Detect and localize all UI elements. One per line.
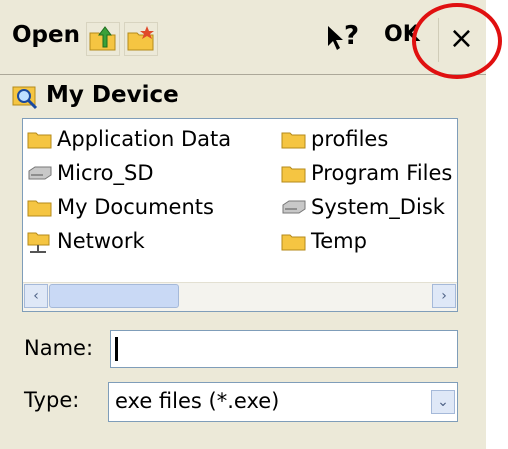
scroll-right-button[interactable]: › (432, 284, 456, 308)
text-caret (115, 337, 118, 361)
help-icon: ? (344, 21, 360, 51)
dialog-title: Open (12, 22, 80, 48)
name-input[interactable] (110, 330, 458, 368)
highlight-circle (412, 3, 502, 79)
new-folder-button[interactable] (124, 22, 158, 56)
type-select[interactable]: exe files (*.exe) ⌄ (108, 382, 458, 422)
folder-icon (27, 200, 52, 217)
name-label: Name: (24, 336, 94, 360)
file-list[interactable]: Application Data Micro_SD My Documents N… (22, 118, 458, 312)
device-icon (12, 86, 38, 110)
up-folder-icon (89, 26, 116, 51)
pointer-arrow-icon (328, 26, 343, 50)
item-label: Program Files (311, 161, 453, 185)
item-label: System_Disk (311, 195, 445, 219)
new-folder-icon (127, 26, 154, 51)
folder-icon (281, 234, 306, 251)
open-dialog: Open ? OK × My Device Application Data M… (0, 0, 486, 449)
drive-icon (28, 166, 52, 180)
up-folder-button[interactable] (86, 22, 120, 56)
type-select-value: exe files (*.exe) (115, 389, 280, 413)
type-label: Type: (24, 388, 80, 412)
item-label: Network (57, 229, 145, 253)
item-label: Application Data (57, 127, 232, 151)
location-label: My Device (46, 82, 179, 108)
dropdown-arrow-icon[interactable]: ⌄ (431, 390, 455, 414)
horizontal-scrollbar[interactable]: ‹ › (23, 282, 457, 311)
help-button[interactable]: ? (326, 18, 376, 62)
item-label: Micro_SD (57, 161, 154, 185)
folder-icon (281, 132, 306, 149)
folder-icon (281, 166, 306, 183)
item-label: profiles (311, 127, 389, 151)
network-icon (27, 232, 50, 253)
folder-icon (27, 132, 52, 149)
item-label: Temp (311, 229, 367, 253)
scroll-left-button[interactable]: ‹ (24, 284, 48, 308)
scrollbar-thumb[interactable] (49, 284, 179, 308)
item-label: My Documents (57, 195, 214, 219)
drive-icon (282, 200, 306, 214)
